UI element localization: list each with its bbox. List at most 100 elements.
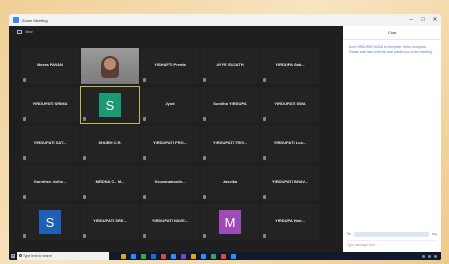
participant-name: YIRDUPATI TRIV... [212, 140, 248, 145]
chat-message: from YIRDUPATI ANKA to everyone: Hello, … [349, 45, 433, 54]
participant-tile[interactable]: S [21, 204, 79, 240]
participant-name: SHUBH C.R. [98, 140, 122, 145]
windows-start-button[interactable]: ⊞ [9, 252, 17, 260]
participant-tile[interactable]: MRDNA C.. M... [81, 165, 139, 201]
participant-tile[interactable]: Sunitha YIRDUPA [201, 87, 259, 123]
participant-tile[interactable]: YIRDUPATI Lux... [261, 126, 319, 162]
participant-tile[interactable]: YISHAFTI Preeta [141, 48, 199, 84]
participant-name: YIRDUPATI SRIMA [32, 101, 68, 106]
taskbar: ⊞ Type here to search [9, 252, 441, 260]
participant-name: Jyoti [165, 101, 175, 106]
participant-tile[interactable]: S [80, 86, 140, 124]
chat-file-button[interactable]: File [432, 232, 437, 236]
close-button[interactable]: ✕ [429, 14, 441, 26]
participant-name: YIRDUPATI NAVE... [151, 218, 189, 223]
mic-muted-icon [203, 78, 206, 82]
participant-tile[interactable]: Garnthee Jothe... [21, 165, 79, 201]
mic-muted-icon [143, 195, 146, 199]
taskbar-app-icon[interactable] [171, 253, 176, 259]
tray-icon[interactable] [434, 254, 437, 258]
participant-tile[interactable]: Meera PAVAN [21, 48, 79, 84]
meeting-area: View Meera PAVAN YISHAFTI Preeta AYYE SUJA… [9, 26, 343, 252]
tray-icon[interactable] [422, 254, 425, 258]
participant-avatar: S [99, 93, 121, 117]
mic-muted-icon [83, 117, 86, 121]
participant-tile[interactable]: YIRDUPATI NAVE... [141, 204, 199, 240]
window-controls: – □ ✕ [405, 14, 441, 26]
maximize-button[interactable]: □ [417, 14, 429, 26]
mic-muted-icon [23, 156, 26, 160]
window-titlebar: Zoom Meeting – □ ✕ [9, 14, 441, 26]
mic-muted-icon [143, 234, 146, 238]
mic-muted-icon [203, 234, 206, 238]
taskbar-app-icon[interactable] [141, 253, 146, 259]
taskbar-app-icon[interactable] [231, 253, 236, 259]
participant-name: Ssuvanabooth... [154, 179, 186, 184]
system-tray [422, 254, 441, 258]
chat-recipient-select[interactable] [354, 231, 430, 237]
participant-name: AYYE SUJATH [216, 62, 244, 67]
participant-tile[interactable]: SHUBH C.R. [81, 126, 139, 162]
minimize-button[interactable]: – [405, 14, 417, 26]
taskbar-app-icon[interactable] [161, 253, 166, 259]
chat-to-label: To: [347, 232, 352, 236]
participant-tile[interactable]: YIRDUPATI TRIV... [201, 126, 259, 162]
participant-name: YIRDUPATI SWA [274, 101, 306, 106]
participant-avatar: M [219, 210, 241, 234]
participant-tile[interactable]: Ssuvanabooth... [141, 165, 199, 201]
mic-muted-icon [83, 156, 86, 160]
taskbar-search-input[interactable]: Type here to search [17, 252, 109, 260]
window-title: Zoom Meeting [22, 17, 48, 23]
taskbar-app-icon[interactable] [131, 253, 136, 259]
participant-tile[interactable]: YIRDUPATI BHAV... [261, 165, 319, 201]
screen: Zoom Meeting – □ ✕ View Meera PAVAN YISHA… [9, 14, 441, 260]
participant-video-face [104, 58, 116, 70]
participant-name: Jasvika [222, 179, 238, 184]
taskbar-search-placeholder: Type here to search [23, 254, 53, 258]
mic-muted-icon [83, 195, 86, 199]
participant-name: YISHAFTI Preeta [154, 62, 186, 67]
taskbar-app-icon[interactable] [181, 253, 186, 259]
mic-muted-icon [23, 78, 26, 82]
participant-tile[interactable]: YIRDUPATI SRE... [81, 204, 139, 240]
taskbar-app-icon[interactable] [221, 253, 226, 259]
participant-name: Sunitha YIRDUPA [213, 101, 247, 106]
taskbar-apps [121, 253, 236, 259]
mic-muted-icon [263, 234, 266, 238]
mic-muted-icon [203, 117, 206, 121]
chat-recipient-row: To: File [347, 230, 437, 238]
chat-header: Chat [343, 26, 441, 40]
participant-tile[interactable]: YIRDUPATI SRIMA [21, 87, 79, 123]
participant-tile[interactable] [81, 48, 139, 84]
participant-tile[interactable]: YIRDUPATI SWA [261, 87, 319, 123]
taskbar-app-icon[interactable] [201, 253, 206, 259]
chat-panel: Chat from YIRDUPATI ANKA to everyone: He… [343, 26, 441, 252]
participant-name: MRDNA C.. M... [95, 179, 125, 184]
participant-avatar: S [39, 210, 61, 234]
participant-tile[interactable]: YIRDUPA Hari... [261, 204, 319, 240]
participant-tile[interactable]: YIRDUPA Sab... [261, 48, 319, 84]
taskbar-app-icon[interactable] [211, 253, 216, 259]
participant-tile[interactable]: YIRDUPATI PRO... [141, 126, 199, 162]
participant-name: YIRDUPA Hari... [275, 218, 305, 223]
tray-icon[interactable] [428, 254, 431, 258]
participant-name: YIRDUPATI SRE... [93, 218, 127, 223]
participant-name: YIRDUPATI Lux... [273, 140, 307, 145]
participant-name: YIRDUPATI SAT... [33, 140, 67, 145]
participant-tile[interactable]: Jyoti [141, 87, 199, 123]
mic-muted-icon [263, 117, 266, 121]
participant-grid: Meera PAVAN YISHAFTI Preeta AYYE SUJATH YIR… [21, 48, 319, 240]
participant-tile[interactable]: YIRDUPATI SAT... [21, 126, 79, 162]
view-label: View [25, 30, 33, 34]
taskbar-app-icon[interactable] [151, 253, 156, 259]
view-switcher[interactable]: View [17, 30, 33, 34]
participant-tile[interactable]: M [201, 204, 259, 240]
chat-message-input[interactable]: Type message here... [347, 240, 437, 248]
participant-name: YIRDUPATI PRO... [152, 140, 188, 145]
taskbar-app-icon[interactable] [191, 253, 196, 259]
mic-muted-icon [143, 117, 146, 121]
taskbar-app-icon[interactable] [121, 253, 126, 259]
mic-muted-icon [143, 156, 146, 160]
participant-tile[interactable]: AYYE SUJATH [201, 48, 259, 84]
participant-tile[interactable]: Jasvika [201, 165, 259, 201]
